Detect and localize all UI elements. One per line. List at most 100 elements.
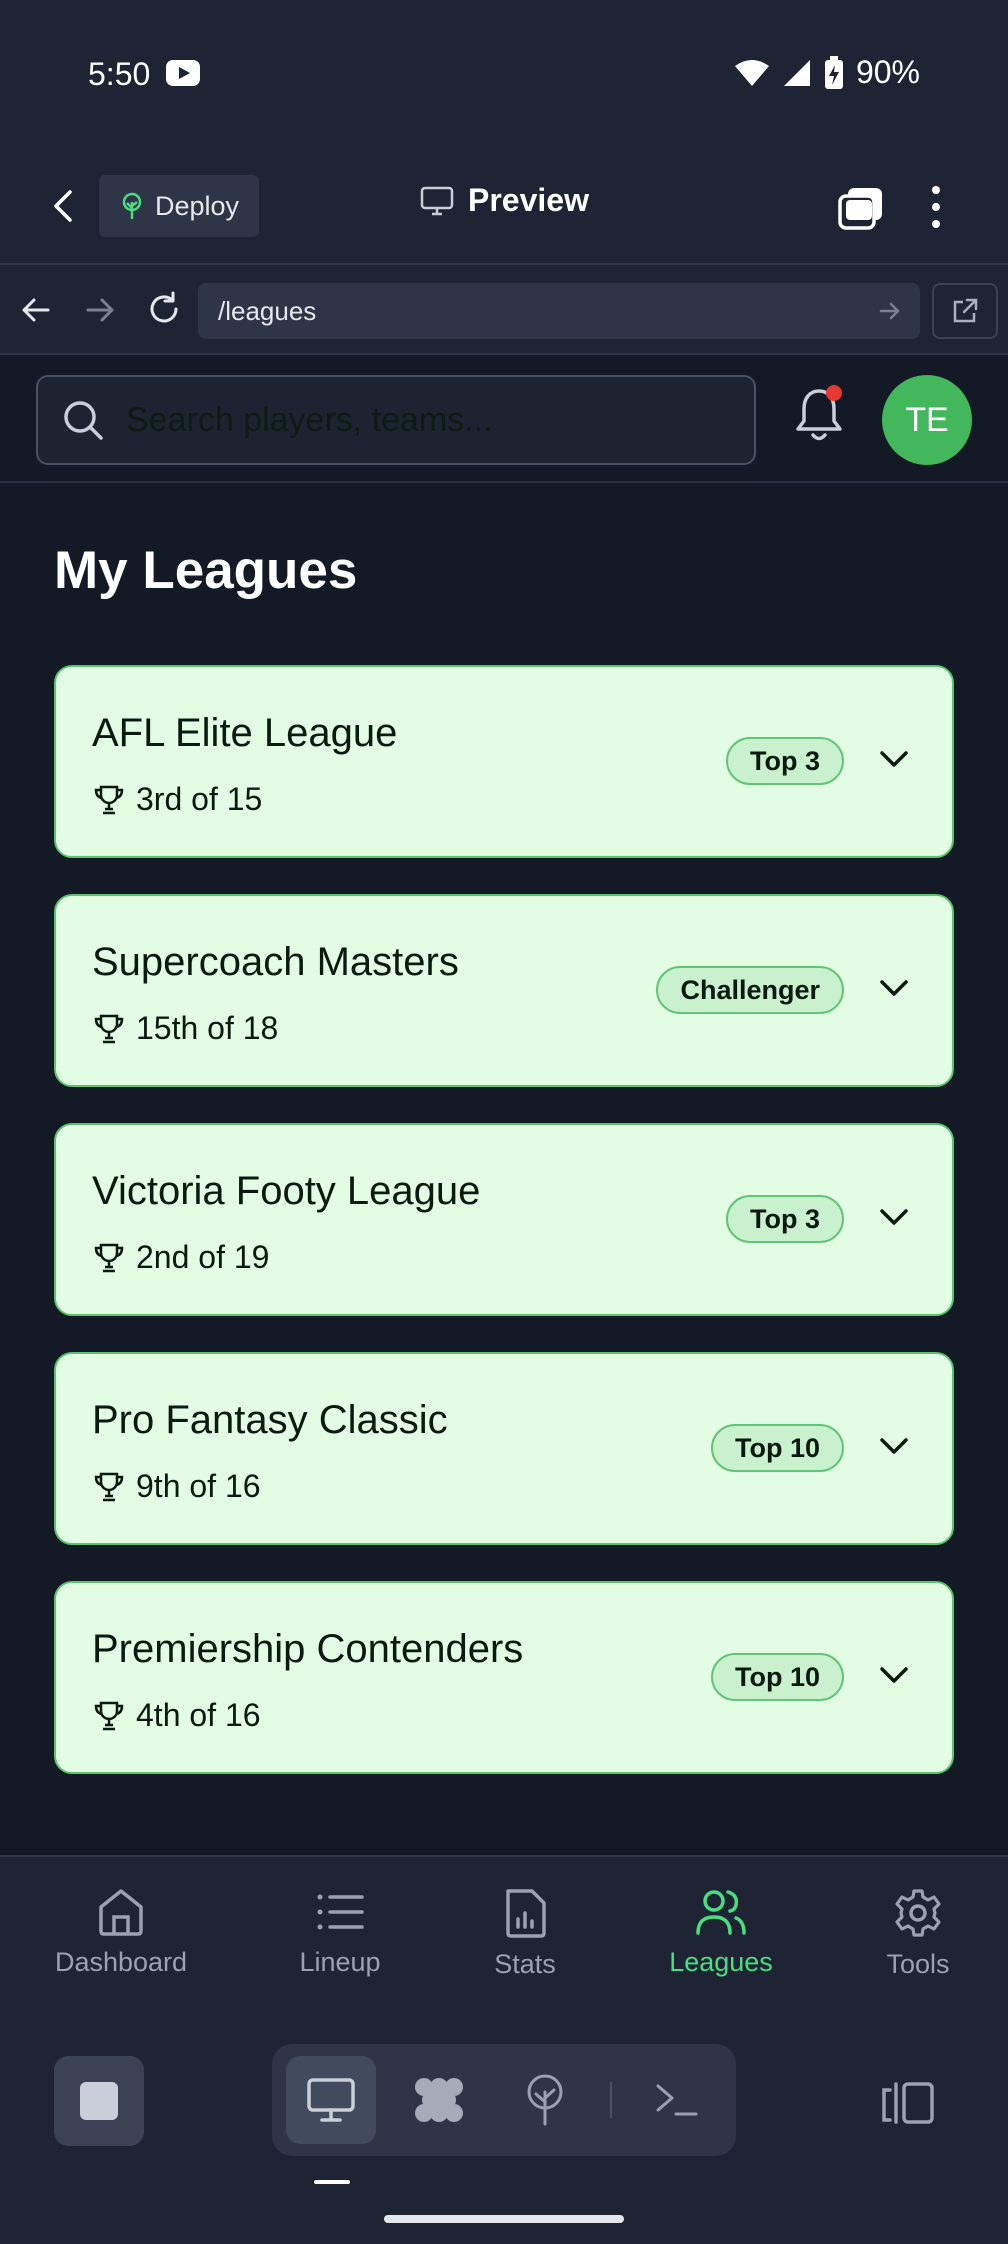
league-badge: Top 10 bbox=[710, 1424, 844, 1472]
url-text: /leagues bbox=[218, 296, 317, 326]
list-icon bbox=[317, 1894, 364, 1930]
nav-item-stats[interactable]: Stats bbox=[450, 1887, 600, 1980]
nav-label: Dashboard bbox=[54, 1947, 188, 1977]
league-rank: 2nd of 19 bbox=[92, 1239, 269, 1276]
active-indicator bbox=[314, 2180, 350, 2184]
nav-item-lineup[interactable]: Lineup bbox=[265, 1887, 415, 1978]
nav-item-dashboard[interactable]: Dashboard bbox=[46, 1887, 196, 1978]
home-handle[interactable] bbox=[384, 2215, 624, 2223]
view-mode-group bbox=[272, 2044, 736, 2156]
chevron-down-icon[interactable] bbox=[878, 1434, 910, 1458]
blocks-view-button[interactable] bbox=[394, 2056, 484, 2144]
league-rank-text: 2nd of 19 bbox=[136, 1239, 270, 1275]
open-external-button[interactable] bbox=[932, 283, 998, 339]
reload-icon[interactable] bbox=[145, 290, 183, 328]
home-icon bbox=[99, 1889, 143, 1936]
divider bbox=[610, 2082, 612, 2118]
league-rank-text: 9th of 16 bbox=[136, 1468, 261, 1504]
league-card[interactable]: Supercoach Masters 15th of 18 Challenger bbox=[54, 894, 954, 1087]
monitor-icon bbox=[307, 2078, 355, 2122]
url-bar: /leagues bbox=[0, 265, 1008, 355]
avatar[interactable]: TE bbox=[882, 375, 972, 465]
tabs-icon[interactable] bbox=[838, 186, 884, 230]
league-name: Supercoach Masters bbox=[92, 940, 459, 984]
trophy-icon bbox=[94, 1243, 124, 1272]
deploy-tree-icon bbox=[122, 192, 142, 219]
battery-charging-icon bbox=[824, 55, 843, 89]
league-rank: 9th of 16 bbox=[92, 1468, 261, 1505]
youtube-icon bbox=[166, 60, 200, 86]
league-name: AFL Elite League bbox=[92, 711, 398, 755]
deploy-button[interactable]: Deploy bbox=[99, 175, 259, 237]
league-card[interactable]: Premiership Contenders 4th of 16 Top 10 bbox=[54, 1581, 954, 1774]
status-bar: 5:50 90% bbox=[0, 0, 1008, 150]
chevron-down-icon[interactable] bbox=[878, 1663, 910, 1687]
league-card[interactable]: Pro Fantasy Classic 9th of 16 Top 10 bbox=[54, 1352, 954, 1545]
preview-title[interactable]: Preview bbox=[420, 182, 589, 219]
web-page: TE My Leagues AFL Elite League 3rd of 15… bbox=[0, 355, 1008, 2010]
terminal-view-button[interactable] bbox=[632, 2056, 722, 2144]
users-icon bbox=[696, 1890, 746, 1935]
league-rank: 3rd of 15 bbox=[92, 781, 262, 818]
deploy-label: Deploy bbox=[154, 190, 240, 221]
league-rank-text: 3rd of 15 bbox=[136, 781, 263, 817]
league-rank-text: 4th of 16 bbox=[136, 1697, 261, 1733]
league-rank: 4th of 16 bbox=[92, 1697, 261, 1734]
wifi-icon bbox=[734, 59, 769, 86]
back-arrow-icon[interactable] bbox=[44, 186, 84, 226]
chevron-down-icon[interactable] bbox=[878, 747, 910, 771]
deploy-view-button[interactable] bbox=[500, 2056, 590, 2144]
deploy-tree-icon bbox=[527, 2074, 563, 2126]
league-rank: 15th of 18 bbox=[92, 1010, 278, 1047]
terminal-icon bbox=[656, 2084, 698, 2116]
url-go-icon[interactable] bbox=[878, 299, 902, 323]
devices-icon[interactable] bbox=[880, 2080, 936, 2126]
more-vert-icon[interactable] bbox=[926, 184, 946, 230]
blocks-icon bbox=[415, 2078, 463, 2122]
league-name: Pro Fantasy Classic bbox=[92, 1398, 448, 1442]
bottom-nav: Dashboard Lineup Stats Leagues Tools bbox=[0, 1855, 1008, 2010]
trophy-icon bbox=[94, 785, 124, 814]
status-time: 5:50 bbox=[88, 56, 151, 92]
search-input[interactable] bbox=[126, 400, 726, 440]
nav-back-icon[interactable] bbox=[18, 292, 54, 328]
league-rank-text: 15th of 18 bbox=[136, 1010, 279, 1046]
chevron-down-icon[interactable] bbox=[878, 976, 910, 1000]
signal-icon bbox=[783, 59, 810, 86]
league-badge: Top 3 bbox=[726, 737, 844, 785]
nav-forward-icon[interactable] bbox=[82, 292, 118, 328]
league-badge: Challenger bbox=[656, 966, 844, 1014]
trophy-icon bbox=[94, 1701, 124, 1730]
trophy-icon bbox=[94, 1472, 124, 1501]
league-name: Premiership Contenders bbox=[92, 1627, 524, 1671]
status-icons: 90% bbox=[734, 54, 920, 91]
desktop-view-button[interactable] bbox=[286, 2056, 376, 2144]
nav-label: Tools bbox=[886, 1949, 950, 1979]
nav-item-leagues[interactable]: Leagues bbox=[646, 1887, 796, 1978]
notification-dot bbox=[826, 385, 842, 401]
system-bar bbox=[0, 2010, 1008, 2244]
nav-label: Lineup bbox=[299, 1947, 381, 1977]
league-name: Victoria Footy League bbox=[92, 1169, 481, 1213]
league-list: AFL Elite League 3rd of 15 Top 3 Superco… bbox=[54, 665, 954, 1810]
nav-label: Stats bbox=[494, 1949, 556, 1979]
chart-file-icon bbox=[506, 1889, 546, 1938]
external-link-icon bbox=[953, 298, 978, 323]
monitor-icon bbox=[420, 186, 454, 215]
avatar-initials: TE bbox=[905, 400, 949, 439]
trophy-icon bbox=[94, 1014, 124, 1043]
league-badge: Top 10 bbox=[710, 1653, 844, 1701]
preview-label: Preview bbox=[468, 182, 589, 218]
gear-icon bbox=[895, 1889, 941, 1937]
url-field[interactable]: /leagues bbox=[198, 283, 920, 339]
nav-label: Leagues bbox=[669, 1947, 773, 1977]
league-card[interactable]: Victoria Footy League 2nd of 19 Top 3 bbox=[54, 1123, 954, 1316]
search-icon bbox=[64, 401, 103, 440]
page-header: TE bbox=[0, 355, 1008, 483]
league-card[interactable]: AFL Elite League 3rd of 15 Top 3 bbox=[54, 665, 954, 858]
stop-button[interactable] bbox=[54, 2056, 144, 2146]
battery-percent: 90% bbox=[855, 54, 920, 90]
search-box[interactable] bbox=[36, 375, 756, 465]
nav-item-tools[interactable]: Tools bbox=[843, 1887, 993, 1980]
chevron-down-icon[interactable] bbox=[878, 1205, 910, 1229]
